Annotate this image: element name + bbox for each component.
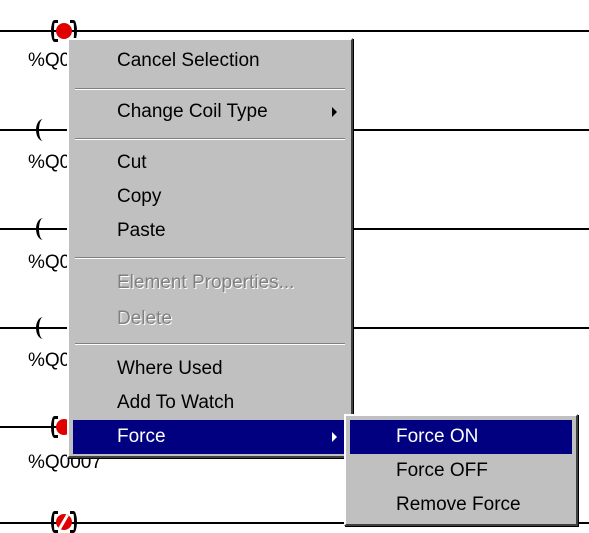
rung-wire bbox=[0, 30, 589, 32]
menu-item-label: Element Properties... bbox=[117, 272, 295, 293]
menu-separator bbox=[75, 257, 345, 259]
menu-item-label: Add To Watch bbox=[117, 392, 235, 413]
menu-item-cancel-selection[interactable]: Cancel Selection bbox=[73, 44, 347, 78]
menu-item-remove-force[interactable]: Remove Force bbox=[350, 488, 572, 522]
coil-address: %Q0 bbox=[28, 152, 71, 173]
menu-item-label: Remove Force bbox=[396, 494, 521, 515]
menu-item-paste[interactable]: Paste bbox=[73, 214, 347, 248]
menu-item-label: Force ON bbox=[396, 426, 479, 447]
coil-address: %Q0 bbox=[28, 252, 71, 273]
menu-item-force-on[interactable]: Force ON bbox=[350, 420, 572, 454]
menu-item-label: Paste bbox=[117, 220, 166, 241]
forced-coil-icon[interactable] bbox=[51, 20, 77, 42]
submenu-arrow-icon bbox=[332, 107, 337, 117]
force-submenu: Force ON Force OFF Remove Force bbox=[344, 414, 578, 526]
menu-item-delete: Delete bbox=[73, 302, 347, 336]
coil-icon[interactable] bbox=[36, 317, 50, 339]
menu-item-copy[interactable]: Copy bbox=[73, 180, 347, 214]
menu-item-force-off[interactable]: Force OFF bbox=[350, 454, 572, 488]
submenu-arrow-icon bbox=[332, 432, 337, 442]
menu-item-where-used[interactable]: Where Used bbox=[73, 352, 347, 386]
menu-item-label: Cancel Selection bbox=[117, 50, 260, 71]
menu-item-add-to-watch[interactable]: Add To Watch bbox=[73, 386, 347, 420]
menu-item-label: Force bbox=[117, 426, 166, 447]
coil-icon[interactable] bbox=[36, 119, 50, 141]
coil-address: %Q0 bbox=[28, 50, 71, 71]
coil-context-menu: Cancel Selection Change Coil Type Cut Co… bbox=[67, 38, 353, 458]
coil-icon[interactable] bbox=[36, 218, 50, 240]
menu-item-label: Change Coil Type bbox=[117, 101, 268, 122]
menu-separator bbox=[75, 138, 345, 140]
menu-item-cut[interactable]: Cut bbox=[73, 146, 347, 180]
menu-item-label: Cut bbox=[117, 152, 147, 173]
menu-item-force[interactable]: Force bbox=[73, 420, 347, 454]
menu-item-label: Delete bbox=[117, 308, 172, 329]
coil-address: %Q0 bbox=[28, 350, 71, 371]
menu-item-label: Where Used bbox=[117, 358, 223, 379]
menu-separator bbox=[75, 88, 345, 90]
menu-item-label: Force OFF bbox=[396, 460, 488, 481]
menu-separator bbox=[75, 343, 345, 345]
menu-item-element-properties: Element Properties... bbox=[73, 266, 347, 300]
menu-item-change-coil-type[interactable]: Change Coil Type bbox=[73, 95, 347, 129]
menu-item-label: Copy bbox=[117, 186, 162, 207]
